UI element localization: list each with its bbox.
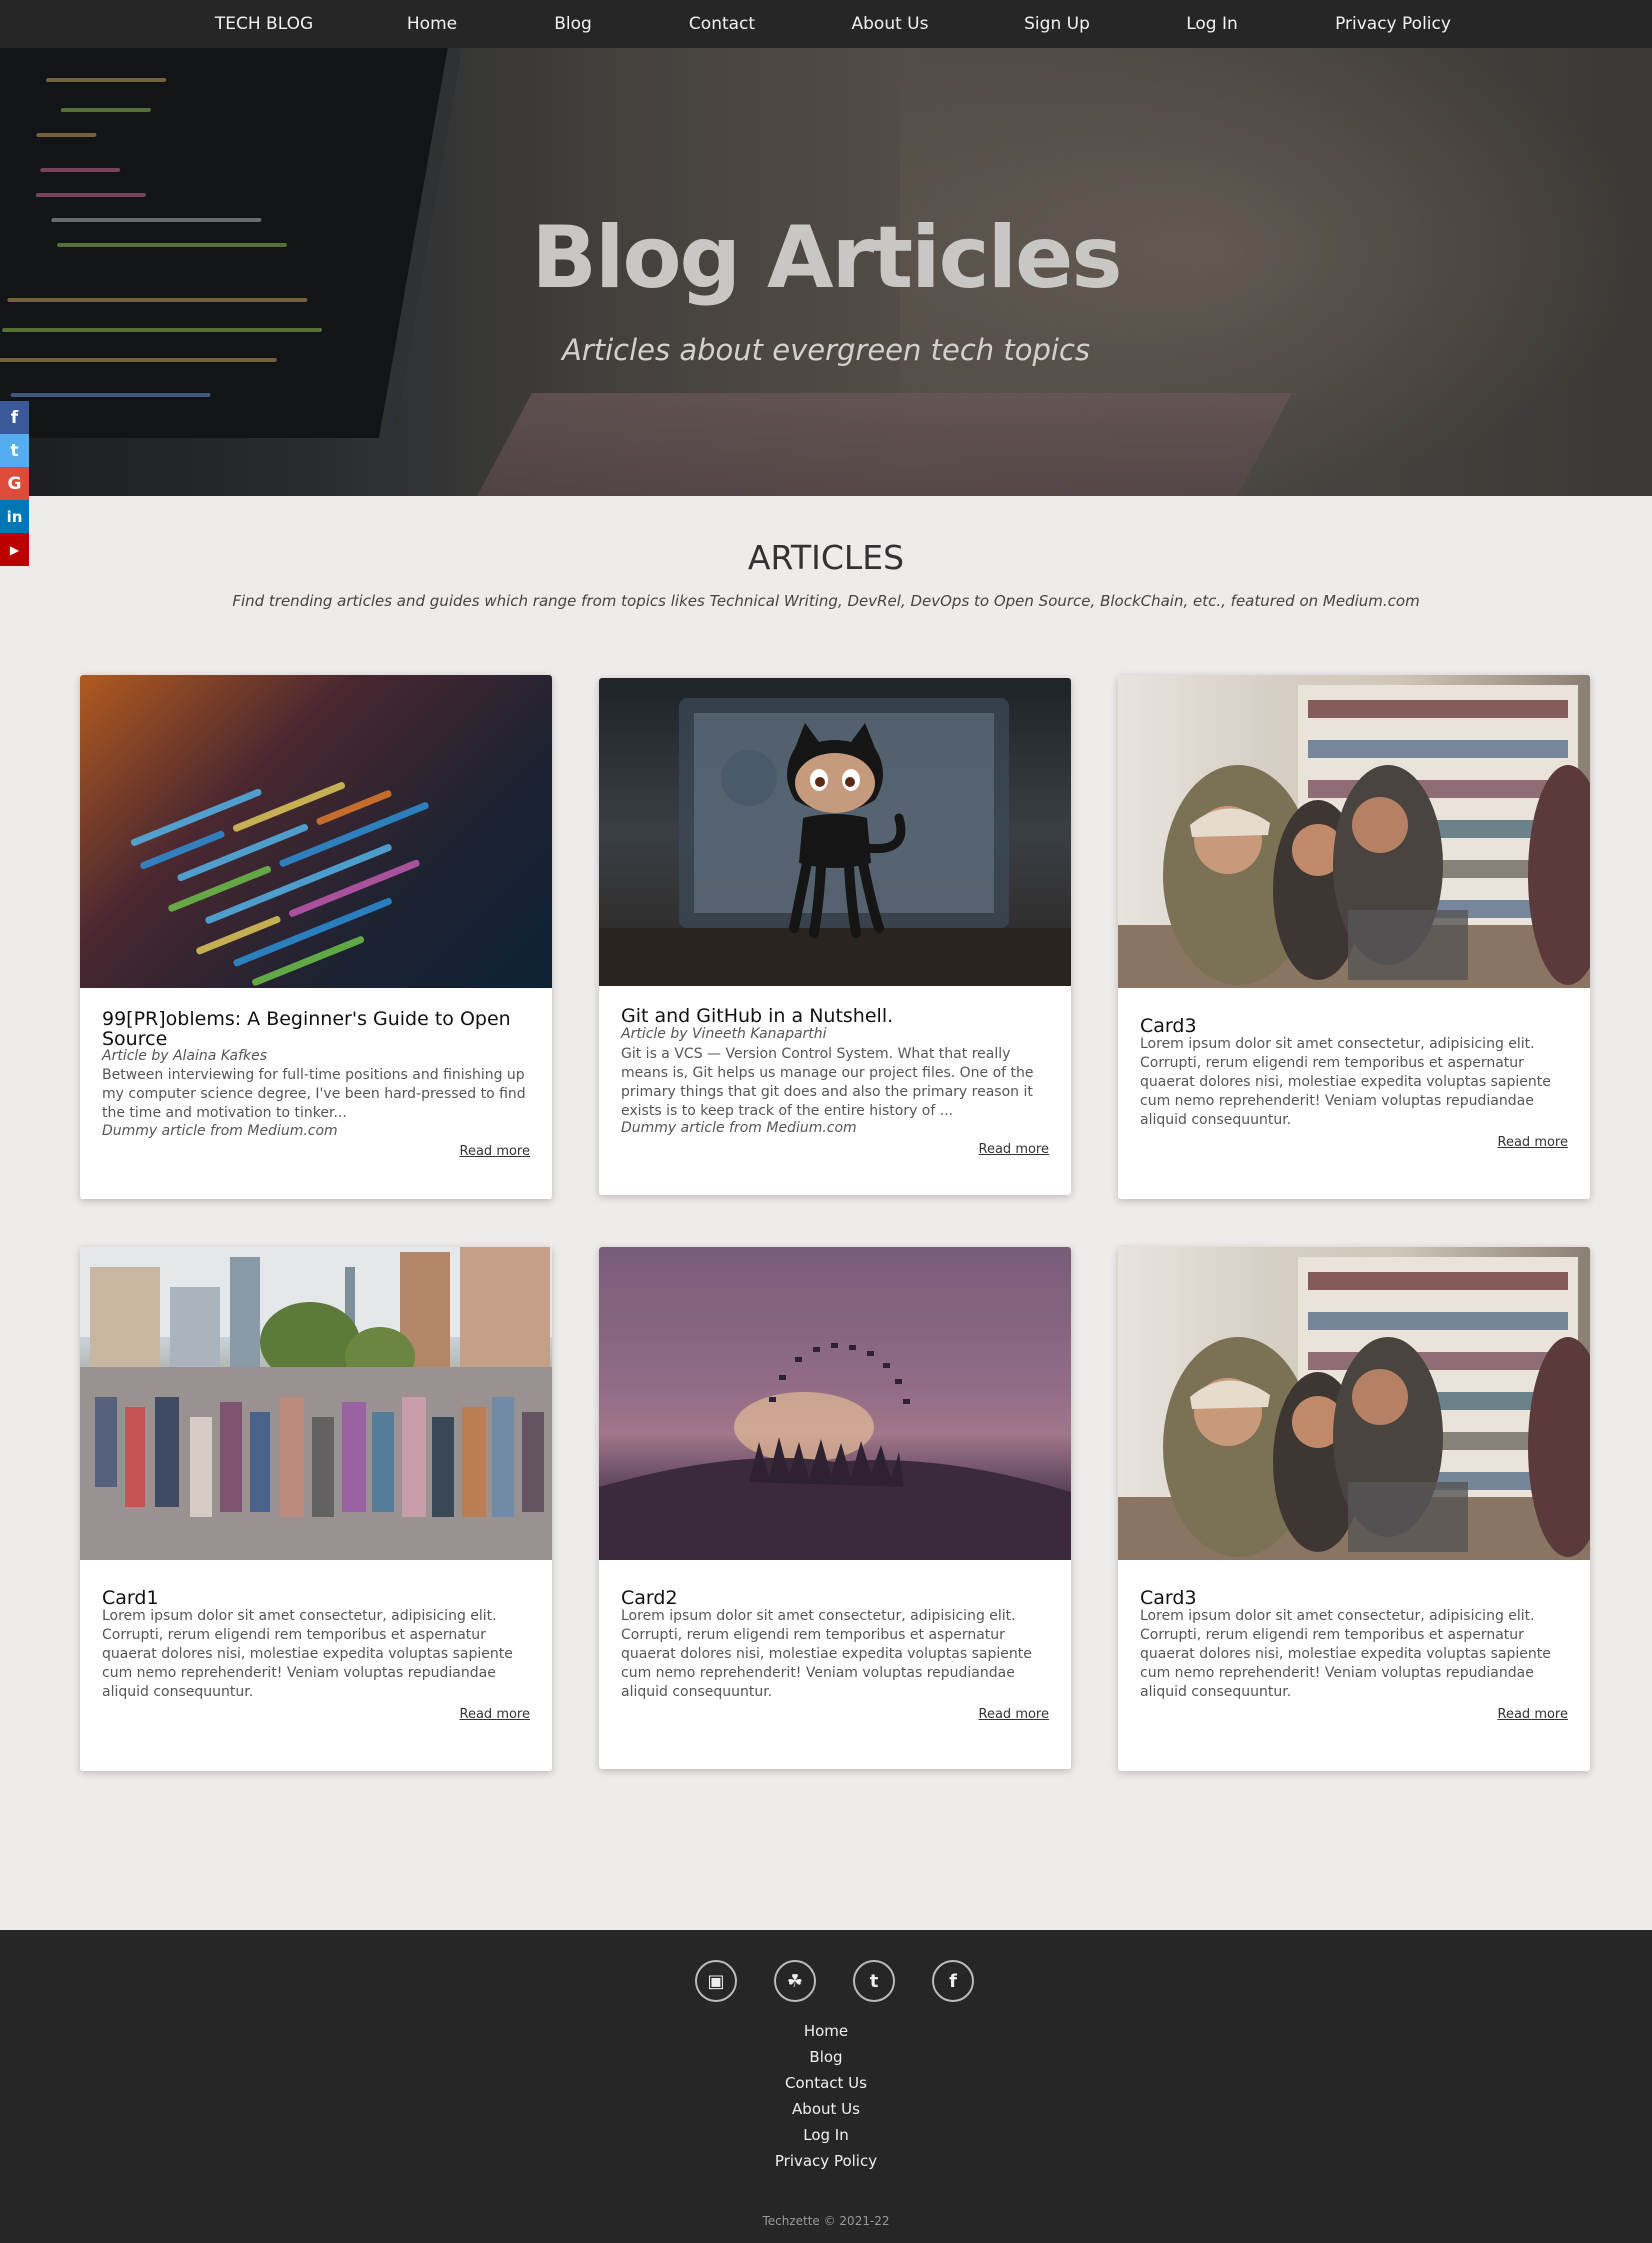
nav-blog[interactable]: Blog <box>554 0 592 48</box>
nav-about-us[interactable]: About Us <box>852 0 929 48</box>
read-more-link[interactable]: Read more <box>979 1142 1049 1157</box>
article-card: Git and GitHub in a Nutshell. Article by… <box>599 678 1071 1195</box>
twitter-icon[interactable]: t <box>853 1960 895 2002</box>
card-excerpt: Lorem ipsum dolor sit amet consectetur, … <box>621 1608 1032 1700</box>
card-excerpt: Between interviewing for full-time posit… <box>102 1067 526 1121</box>
read-more-link[interactable]: Read more <box>979 1707 1049 1722</box>
library-students-image <box>1118 685 1590 988</box>
twitter-icon[interactable]: t <box>0 434 29 467</box>
article-card: Card1 Lorem ipsum dolor sit amet consect… <box>80 1247 552 1771</box>
card-excerpt: Lorem ipsum dolor sit amet consectetur, … <box>1140 1036 1551 1128</box>
footer-link-privacy-policy: Privacy Policy <box>774 2152 878 2170</box>
footer-link-home: Home <box>803 2022 849 2040</box>
card-title[interactable]: Card2 <box>621 1588 678 1608</box>
article-card: 99[PR]oblems: A Beginner's Guide to Open… <box>80 675 552 1199</box>
nav-privacy-policy[interactable]: Privacy Policy <box>1335 0 1451 48</box>
card-source: Dummy article from Medium.com <box>621 1120 857 1136</box>
octocat-figure-image <box>599 698 1071 986</box>
brand-logo[interactable]: TECH BLOG <box>215 0 313 48</box>
hero-title: Blog Articles <box>531 208 1122 308</box>
read-more-link[interactable]: Read more <box>460 1707 530 1722</box>
footer-link-log-in: Log In <box>803 2126 849 2144</box>
card-title[interactable]: Card3 <box>1140 1588 1197 1608</box>
card-source: Dummy article from Medium.com <box>102 1123 338 1139</box>
top-navbar: TECH BLOG Home Blog Contact About Us Sig… <box>0 0 1652 48</box>
articles-heading: ARTICLES <box>747 538 905 577</box>
card-title[interactable]: Card3 <box>1140 1016 1197 1036</box>
card-image[interactable] <box>1118 675 1590 988</box>
facebook-icon[interactable]: f <box>0 401 29 434</box>
card-image[interactable] <box>80 1247 552 1560</box>
city-crowd-image <box>80 1247 552 1560</box>
instagram-icon[interactable]: ▣ <box>695 1960 737 2002</box>
footer-link-contact-us: Contact Us <box>785 2074 867 2092</box>
snapchat-icon[interactable]: ☘ <box>774 1960 816 2002</box>
articles-description: Find trending articles and guides which … <box>232 592 1420 610</box>
article-card: Card3 Lorem ipsum dolor sit amet consect… <box>1118 675 1590 1199</box>
hero-banner: Blog Articles Articles about evergreen t… <box>0 48 1652 496</box>
footer-link-blog: Blog <box>809 2048 843 2066</box>
google-icon[interactable]: G <box>0 467 29 500</box>
nav-sign-up[interactable]: Sign Up <box>1024 0 1090 48</box>
card-title[interactable]: Card1 <box>102 1588 159 1608</box>
card-image[interactable] <box>80 675 552 988</box>
card-image[interactable] <box>599 1247 1071 1560</box>
nav-home[interactable]: Home <box>407 0 457 48</box>
article-card: Card2 Lorem ipsum dolor sit amet consect… <box>599 1247 1071 1769</box>
article-card: Card3 Lorem ipsum dolor sit amet consect… <box>1118 1247 1590 1771</box>
linkedin-icon[interactable]: in <box>0 500 29 533</box>
footer-link-about-us: About Us <box>792 2100 860 2118</box>
nav-contact[interactable]: Contact <box>689 0 755 48</box>
facebook-icon[interactable]: f <box>932 1960 974 2002</box>
card-excerpt: Lorem ipsum dolor sit amet consectetur, … <box>1140 1608 1551 1700</box>
card-author: Article by Alaina Kafkes <box>102 1048 268 1064</box>
card-title[interactable]: Git and GitHub in a Nutshell. <box>621 1006 893 1026</box>
read-more-link[interactable]: Read more <box>1498 1707 1568 1722</box>
card-title[interactable]: 99[PR]oblems: A Beginner's Guide to Open… <box>102 1009 532 1049</box>
footer-copyright: Techzette © 2021-22 <box>762 2214 890 2228</box>
library-students-image <box>1118 1257 1590 1560</box>
card-author: Article by Vineeth Kanaparthi <box>621 1026 827 1042</box>
code-screen-image <box>130 782 429 986</box>
graduation-silhouette-image <box>599 1343 1071 1560</box>
nav-log-in[interactable]: Log In <box>1186 0 1238 48</box>
hero-subtitle: Articles about evergreen tech topics <box>561 333 1091 367</box>
read-more-link[interactable]: Read more <box>460 1144 530 1159</box>
read-more-link[interactable]: Read more <box>1498 1135 1568 1150</box>
card-excerpt: Lorem ipsum dolor sit amet consectetur, … <box>102 1608 513 1700</box>
card-excerpt: Git is a VCS — Version Control System. W… <box>621 1046 1034 1119</box>
card-image[interactable] <box>1118 1247 1590 1560</box>
card-image[interactable] <box>599 678 1071 986</box>
